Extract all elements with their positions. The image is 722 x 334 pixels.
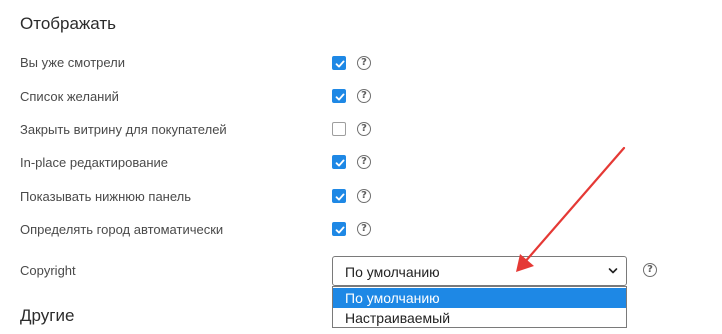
setting-label-wishlist: Список желаний: [20, 89, 119, 104]
copyright-label: Copyright: [20, 263, 76, 278]
setting-checkbox-bottom-panel[interactable]: [332, 189, 346, 203]
copyright-select[interactable]: По умолчанию: [332, 256, 627, 286]
help-icon[interactable]: ?: [357, 155, 371, 169]
setting-checkbox-detect-city[interactable]: [332, 222, 346, 236]
setting-checkbox-viewed[interactable]: [332, 56, 346, 70]
check-icon: [335, 226, 345, 234]
section-title-other: Другие: [20, 306, 75, 325]
dropdown-option-default[interactable]: По умолчанию: [333, 288, 626, 308]
help-icon[interactable]: ?: [357, 89, 371, 103]
help-icon[interactable]: ?: [357, 122, 371, 136]
setting-checkbox-wishlist[interactable]: [332, 89, 346, 103]
settings-page: Отображать Вы уже смотрели ? Список жела…: [0, 0, 722, 334]
setting-label-inplace-editing: In-place редактирование: [20, 155, 169, 170]
check-icon: [335, 159, 345, 167]
setting-label-detect-city: Определять город автоматически: [20, 222, 224, 237]
help-icon[interactable]: ?: [357, 222, 371, 236]
section-title-display: Отображать: [20, 14, 117, 33]
help-icon[interactable]: ?: [643, 263, 657, 277]
check-icon: [335, 193, 345, 201]
setting-checkbox-close-storefront[interactable]: [332, 122, 346, 136]
dropdown-option-custom[interactable]: Настраиваемый: [333, 308, 626, 328]
check-icon: [335, 93, 345, 101]
setting-label-close-storefront: Закрыть витрину для покупателей: [20, 122, 227, 137]
setting-label-viewed: Вы уже смотрели: [20, 55, 126, 70]
help-icon[interactable]: ?: [357, 189, 371, 203]
check-icon: [335, 60, 345, 68]
help-icon[interactable]: ?: [357, 56, 371, 70]
copyright-dropdown-list: По умолчанию Настраиваемый: [332, 286, 627, 328]
setting-label-bottom-panel: Показывать нижнюю панель: [20, 189, 192, 204]
setting-checkbox-inplace-editing[interactable]: [332, 155, 346, 169]
copyright-select-value: По умолчанию: [345, 264, 440, 280]
chevron-down-icon: [608, 268, 618, 274]
